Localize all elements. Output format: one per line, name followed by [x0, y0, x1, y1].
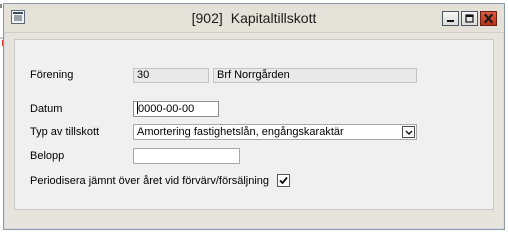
checkmark-icon	[279, 176, 288, 185]
maximize-icon	[465, 14, 474, 23]
window-title-text: Kapitaltillskott	[230, 10, 317, 26]
chevron-down-icon[interactable]	[402, 126, 415, 138]
datum-label: Datum	[30, 103, 63, 115]
title-bar[interactable]: [902] Kapitaltillskott	[4, 4, 504, 33]
window-title: [902] Kapitaltillskott	[4, 10, 504, 26]
background-fragment	[0, 4, 2, 8]
forening-label: Förening	[30, 69, 74, 81]
close-button[interactable]	[480, 11, 497, 26]
minimize-button[interactable]	[442, 11, 459, 26]
dialog-window: [902] Kapitaltillskott Förening 30 Brf No…	[3, 3, 505, 230]
forening-name-field: Brf Norrgården	[213, 68, 417, 83]
maximize-button[interactable]	[461, 11, 478, 26]
window-title-number: [902]	[191, 10, 223, 26]
datum-input[interactable]: 0000-00-00	[133, 101, 219, 117]
belopp-input[interactable]	[133, 148, 240, 164]
periodisera-label: Periodisera jämnt över året vid förvärv/…	[30, 175, 270, 187]
forening-code-field: 30	[133, 68, 209, 83]
datum-value: 0000-00-00	[138, 103, 195, 115]
typ-dropdown-value: Amortering fastighetslån, engångskaraktä…	[137, 126, 344, 138]
periodisera-checkbox[interactable]	[277, 174, 290, 187]
minimize-icon	[447, 20, 454, 22]
belopp-label: Belopp	[30, 150, 65, 162]
typ-label: Typ av tillskott	[30, 126, 100, 138]
form-panel: Förening 30 Brf Norrgården Datum 0000-00…	[14, 39, 494, 210]
close-icon	[483, 13, 494, 24]
typ-dropdown[interactable]: Amortering fastighetslån, engångskaraktä…	[133, 124, 417, 140]
